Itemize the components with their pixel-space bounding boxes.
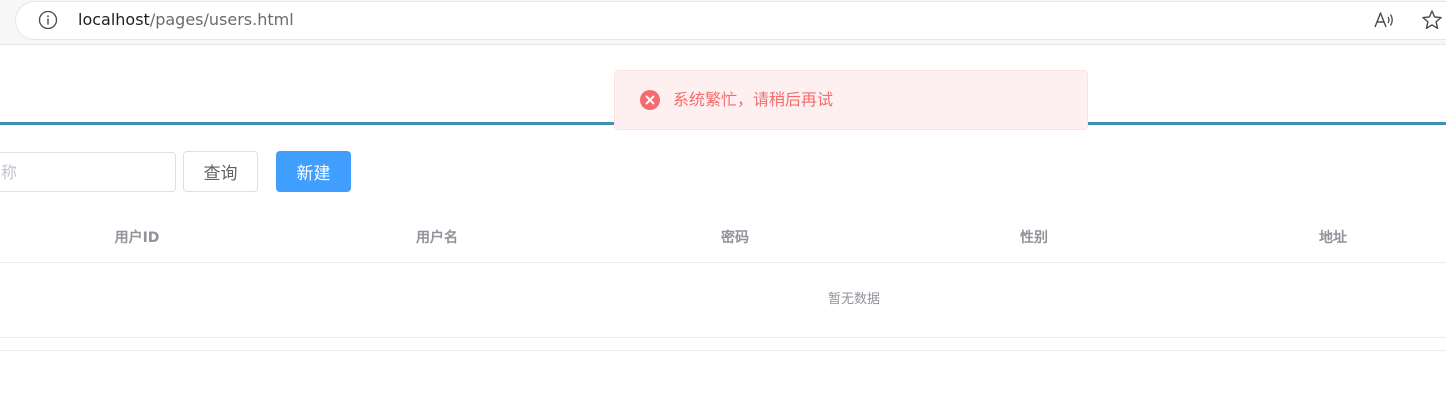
new-button[interactable]: 新建 — [276, 151, 351, 192]
query-button[interactable]: 查询 — [183, 151, 258, 192]
column-header-gender[interactable]: 性别 — [1020, 229, 1048, 247]
url-host: localhost — [78, 10, 150, 29]
table-bottom-border — [0, 350, 1446, 351]
error-toast: 系统繁忙，请稍后再试 — [614, 70, 1088, 130]
error-circle-icon — [640, 90, 660, 110]
table-empty-row: 暂无数据 — [0, 263, 1446, 338]
table-header: 用户ID 用户名 密码 性别 地址 — [0, 213, 1446, 263]
favorite-icon[interactable] — [1421, 9, 1443, 31]
search-input[interactable] — [0, 152, 176, 192]
error-message: 系统繁忙，请稍后再试 — [673, 90, 834, 109]
url-path: /pages/users.html — [149, 10, 294, 29]
column-header-password[interactable]: 密码 — [721, 229, 749, 247]
url-text[interactable]: localhost/pages/users.html — [78, 10, 294, 30]
empty-data-text: 暂无数据 — [827, 292, 881, 307]
column-header-user-id[interactable]: 用户ID — [115, 229, 160, 247]
info-icon[interactable] — [38, 10, 58, 30]
read-aloud-icon[interactable] — [1373, 10, 1395, 30]
column-header-address[interactable]: 地址 — [1319, 229, 1347, 247]
browser-toolbar: localhost/pages/users.html — [0, 0, 1446, 45]
column-header-username[interactable]: 用户名 — [416, 229, 458, 247]
